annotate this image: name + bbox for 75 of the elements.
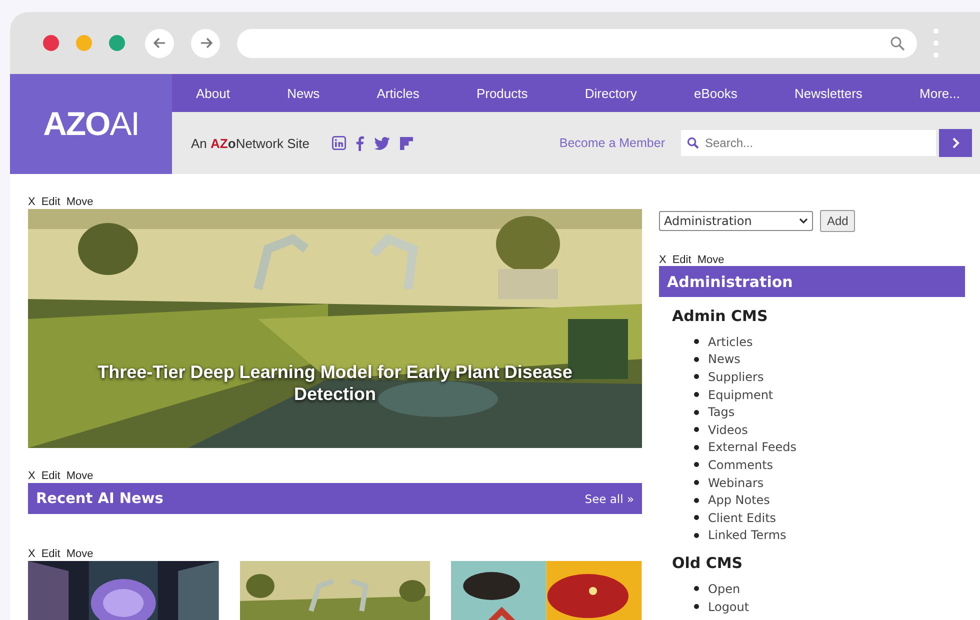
bird-icon[interactable]: [374, 136, 390, 150]
admin-link[interactable]: Open: [708, 582, 740, 596]
nav-link[interactable]: Articles: [376, 86, 420, 100]
widget-control-link[interactable]: Edit: [41, 470, 60, 482]
bullet-icon: [694, 515, 699, 520]
close-dot-icon[interactable]: [43, 35, 59, 51]
group-heading: Admin CMS: [672, 307, 769, 325]
site-logo[interactable]: AZOAI: [10, 74, 172, 174]
bullet-icon: [694, 532, 699, 538]
bullet-icon: [694, 392, 699, 398]
admin-link[interactable]: External Feeds: [708, 440, 796, 454]
admin-link[interactable]: Linked Terms: [708, 528, 786, 542]
nav-link[interactable]: More...: [920, 86, 960, 100]
admin-link[interactable]: Comments: [708, 458, 774, 472]
admin-link[interactable]: Videos: [708, 422, 748, 437]
bullet-icon: [694, 462, 699, 468]
panel-title: Administration: [667, 272, 793, 290]
widget-control-link[interactable]: Edit: [41, 548, 60, 560]
admin-link[interactable]: App Notes: [708, 493, 770, 508]
widget-control-link[interactable]: Edit: [672, 254, 692, 266]
become-member-link[interactable]: Become a Member: [559, 136, 665, 150]
search-field[interactable]: Search...: [681, 130, 936, 156]
add-button[interactable]: Add: [820, 210, 856, 232]
linkedin-icon[interactable]: [332, 136, 346, 150]
section-title: Recent AI News: [36, 490, 164, 506]
admin-link[interactable]: News: [708, 352, 740, 366]
network-tagline: An AZoNetwork Site: [191, 136, 310, 150]
widget-control-link[interactable]: Edit: [41, 196, 60, 208]
admin-link[interactable]: Equipment: [708, 388, 774, 402]
minimize-dot-icon[interactable]: [76, 35, 92, 51]
search-button[interactable]: [939, 129, 972, 157]
widget-control-link[interactable]: X: [28, 470, 36, 482]
widget-control-link[interactable]: X: [28, 196, 36, 208]
back-button[interactable]: [145, 28, 174, 58]
group-heading: Old CMS: [672, 554, 744, 572]
bullet-icon: [694, 374, 699, 380]
nav-link[interactable]: Directory: [584, 86, 637, 100]
widget-control-link[interactable]: Move: [66, 196, 94, 208]
bullet-icon: [694, 427, 699, 432]
forward-button[interactable]: [191, 28, 220, 58]
widget-control-link[interactable]: Move: [697, 254, 724, 266]
widget-control-link[interactable]: X: [659, 254, 666, 266]
back-arrow-icon: [152, 35, 168, 51]
admin-link[interactable]: Logout: [708, 600, 750, 614]
widget-control-link[interactable]: X: [28, 548, 36, 560]
nav-link[interactable]: eBooks: [694, 86, 738, 100]
bullet-icon: [694, 444, 699, 450]
nav-link[interactable]: News: [287, 86, 320, 100]
admin-link[interactable]: Articles: [708, 334, 753, 349]
bullet-icon: [694, 480, 699, 486]
facebook-icon[interactable]: [356, 136, 364, 150]
bullet-icon: [694, 586, 699, 592]
admin-link[interactable]: Suppliers: [708, 370, 764, 384]
widget-dropdown[interactable]: Administration: [659, 211, 813, 231]
bullet-icon: [694, 604, 699, 610]
bullet-icon: [694, 410, 699, 415]
bullet-icon: [694, 356, 699, 362]
hero-caption[interactable]: Three-Tier Deep Learning Model for Early Plant Disease Detection: [68, 361, 602, 405]
chevron-right-icon: [950, 137, 960, 149]
maximize-dot-icon[interactable]: [109, 35, 125, 51]
nav-link[interactable]: About: [196, 86, 230, 100]
search-icon: [890, 36, 905, 50]
search-icon: [687, 137, 699, 149]
see-all-link[interactable]: See all »: [584, 492, 634, 506]
widget-control-link[interactable]: Move: [66, 470, 94, 482]
admin-link[interactable]: Tags: [708, 405, 735, 420]
flipboard-icon[interactable]: [400, 136, 413, 150]
admin-link[interactable]: Webinars: [708, 476, 764, 490]
widget-control-link[interactable]: Move: [66, 548, 94, 560]
bullet-icon: [694, 339, 699, 344]
nav-link[interactable]: Products: [476, 86, 528, 100]
chevron-down-icon: [799, 218, 808, 224]
nav-link[interactable]: Newsletters: [794, 86, 862, 100]
bullet-icon: [694, 498, 699, 503]
admin-link[interactable]: Client Edits: [708, 510, 776, 525]
